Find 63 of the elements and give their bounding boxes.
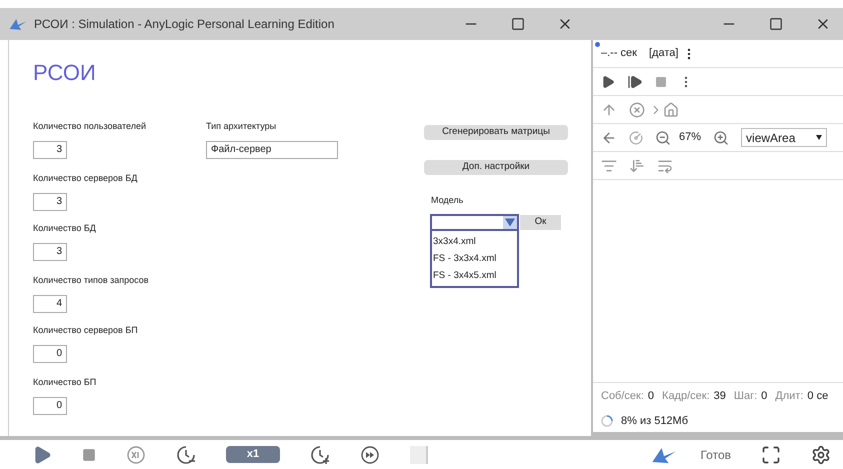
stat-value: 0 се — [807, 389, 828, 404]
date-text: [дата] — [649, 46, 678, 62]
stat-value: 39 — [714, 389, 726, 404]
field-label: Количество серверов БД — [33, 172, 138, 184]
status-text: Готов — [700, 446, 731, 464]
ok-button[interactable]: Ок — [520, 214, 561, 230]
zoom-out-icon[interactable] — [655, 130, 671, 146]
field-label: Тип архитектуры — [206, 120, 278, 132]
loading-icon — [601, 415, 613, 427]
number-field[interactable]: 0 — [33, 397, 67, 415]
field-label: Модель — [431, 194, 464, 207]
page-heading: РСОИ — [33, 59, 97, 87]
step-icon[interactable] — [627, 74, 643, 90]
architecture-field[interactable]: Файл-сервер — [206, 141, 338, 159]
field-label: Количество БП — [33, 376, 98, 388]
number-field[interactable]: 3 — [33, 141, 67, 159]
stat-value: 0 — [761, 389, 768, 404]
toggle-square-icon[interactable] — [410, 446, 428, 464]
maximize-icon[interactable] — [769, 17, 783, 31]
stop-icon[interactable] — [82, 448, 96, 462]
model-dropdown[interactable] — [430, 214, 519, 230]
slower-icon[interactable] — [176, 444, 196, 464]
zoom-in-icon[interactable] — [713, 130, 730, 146]
field-label: Количество пользователей — [33, 120, 147, 132]
dropdown-option[interactable]: FS - 3x4x5.xml — [432, 266, 517, 284]
dropdown-option[interactable]: 3x3x4.xml — [432, 232, 517, 250]
stat-value: 0 — [648, 389, 654, 404]
memory-text: 8% из 512Мб — [621, 414, 688, 429]
cancel-icon[interactable] — [629, 102, 645, 118]
stat-label: Длит: — [775, 389, 804, 404]
action-button[interactable]: Сгенерировать матрицы — [424, 125, 568, 140]
list-icon[interactable] — [601, 158, 617, 174]
field-label: Количество БД — [33, 222, 97, 234]
number-field[interactable]: 3 — [33, 243, 67, 261]
play-icon[interactable] — [601, 74, 615, 88]
view-area-select[interactable]: viewArea — [741, 128, 828, 147]
time-text: –.-- сек — [601, 46, 637, 62]
number-field[interactable]: 0 — [33, 345, 67, 363]
fullscreen-icon[interactable] — [761, 444, 781, 464]
speed-button[interactable]: x1 — [226, 446, 280, 463]
maximize-icon[interactable] — [511, 17, 525, 31]
dropdown-arrow-icon — [503, 216, 517, 228]
stat-label: Кадр/сек: — [662, 389, 710, 404]
up-arrow-icon[interactable] — [601, 102, 617, 118]
action-button[interactable]: Доп. настройки — [424, 160, 568, 175]
settings-icon[interactable] — [811, 444, 831, 464]
stat-label: Соб/сек: — [601, 389, 644, 404]
number-field[interactable]: 4 — [33, 295, 67, 313]
caret-icon — [816, 135, 822, 140]
field-label: Количество типов запросов — [33, 274, 150, 286]
fast-forward-icon[interactable] — [360, 444, 380, 464]
dropdown-option[interactable]: FS - 3x3x4.xml — [432, 250, 517, 266]
speed-reset-icon[interactable] — [126, 444, 146, 464]
faster-icon[interactable] — [310, 444, 330, 464]
window-title: РСОИ : Simulation - AnyLogic Personal Learning Edition — [34, 16, 334, 33]
wrap-icon[interactable] — [657, 158, 673, 174]
stat-label: Шаг: — [734, 389, 758, 404]
home-icon[interactable] — [663, 102, 679, 118]
zoom-level: 67% — [679, 130, 702, 146]
field-label: Количество серверов БП — [33, 324, 139, 336]
number-field[interactable]: 3 — [33, 193, 67, 211]
sort-icon[interactable] — [629, 158, 645, 174]
logo-icon — [8, 16, 28, 32]
